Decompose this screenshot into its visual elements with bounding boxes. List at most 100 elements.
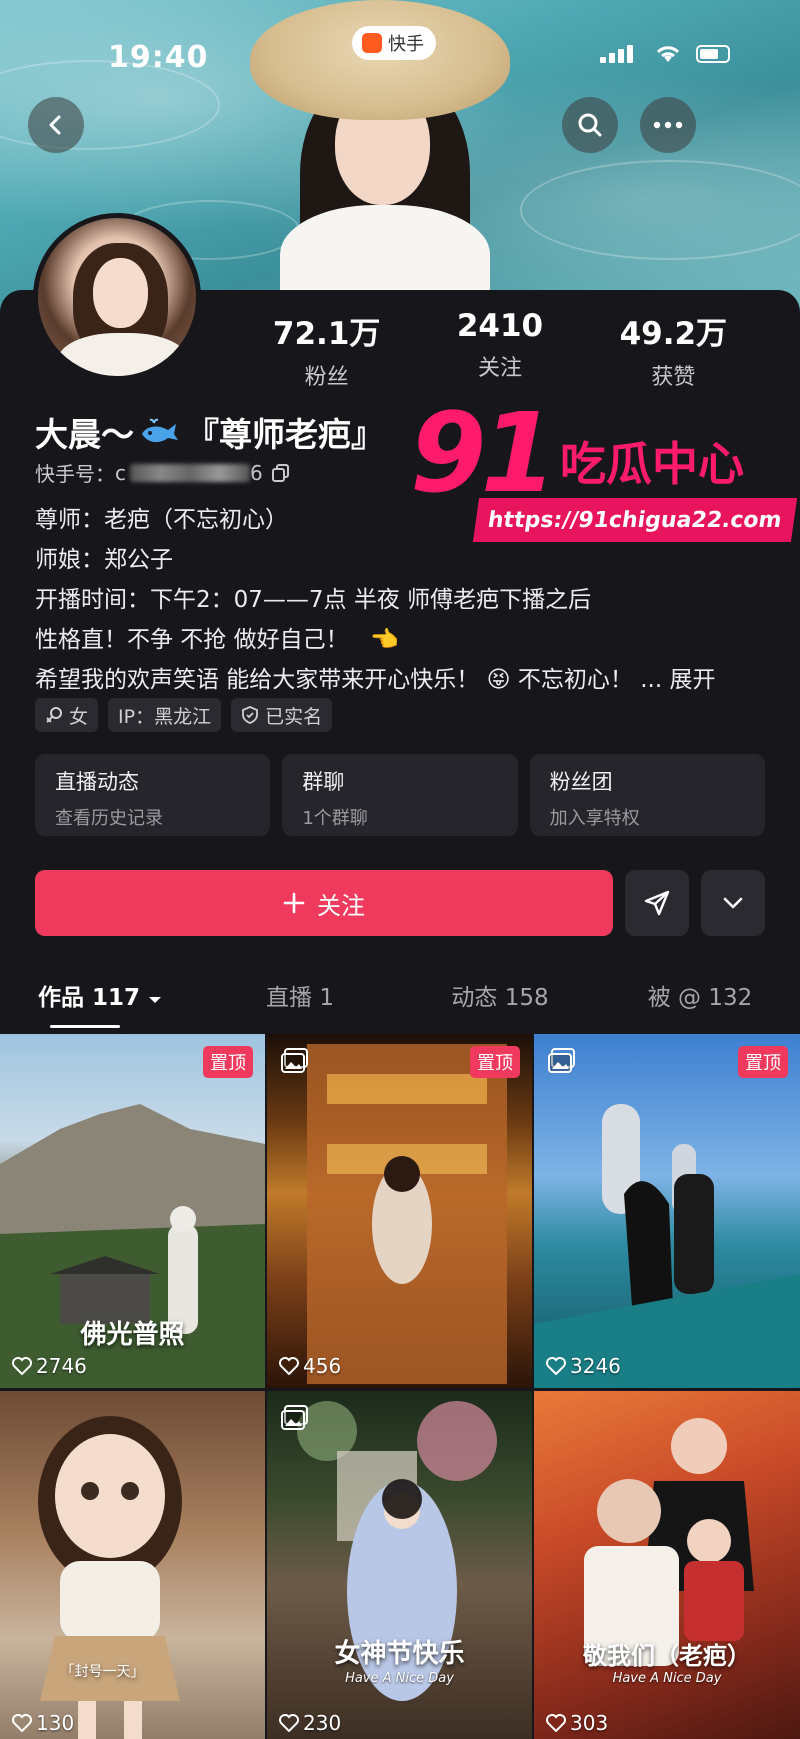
like-count: 3246 bbox=[546, 1354, 621, 1378]
works-grid: 置顶 佛光普照 2746 置顶 456 置顶 3246 「封号一天」 130 女… bbox=[0, 1034, 800, 1739]
thumbnail-caption: 女神节快乐 bbox=[334, 1639, 465, 1669]
heart-icon bbox=[279, 1714, 299, 1732]
heart-icon bbox=[546, 1357, 566, 1375]
thumbnail-caption: 佛光普照 bbox=[80, 1320, 185, 1350]
signal-icon bbox=[600, 45, 640, 63]
follow-label: 关注 bbox=[317, 891, 365, 920]
work-thumbnail[interactable]: 置顶 456 bbox=[267, 1034, 532, 1388]
like-count-value: 130 bbox=[36, 1711, 75, 1735]
group-chat-card[interactable]: 群聊 1个群聊 bbox=[282, 754, 518, 836]
stat-value: 72.1万 bbox=[272, 316, 381, 352]
tag-label: IP：黑龙江 bbox=[118, 705, 212, 728]
work-thumbnail[interactable]: 敬我们（老疤） Have A Nice Day 303 bbox=[534, 1391, 800, 1739]
thumbnail-caption: 「封号一天」 bbox=[60, 1664, 145, 1680]
watermark-url: https://91chigua22.com bbox=[472, 498, 797, 542]
kuaishou-id-end: 6 bbox=[250, 460, 263, 485]
more-options-button[interactable] bbox=[701, 870, 765, 936]
female-icon bbox=[46, 707, 62, 723]
copy-icon[interactable] bbox=[271, 463, 291, 483]
heart-icon bbox=[12, 1714, 32, 1732]
feature-subtitle: 加入享特权 bbox=[549, 808, 640, 829]
doll-scene bbox=[38, 1416, 182, 1739]
work-thumbnail[interactable]: 女神节快乐 Have A Nice Day 230 bbox=[267, 1391, 532, 1739]
pinned-badge: 置顶 bbox=[738, 1046, 788, 1078]
back-button[interactable] bbox=[28, 97, 84, 153]
plus-icon bbox=[283, 892, 305, 914]
feature-subtitle: 1个群聊 bbox=[302, 808, 368, 829]
hanfu-scene bbox=[297, 1401, 497, 1701]
shield-check-icon bbox=[242, 706, 258, 724]
stat-following[interactable]: 2410 关注 bbox=[413, 308, 586, 391]
gender-tag: 女 bbox=[35, 698, 99, 732]
app-badge: 快手 bbox=[352, 26, 436, 60]
caret-down-icon bbox=[149, 997, 162, 1003]
whale-emoji-icon bbox=[142, 418, 178, 443]
name-prefix: 大晨～ bbox=[35, 415, 134, 454]
tag-label: 女 bbox=[69, 705, 89, 728]
fan-club-card[interactable]: 粉丝团 加入享特权 bbox=[529, 754, 765, 836]
app-name: 快手 bbox=[388, 34, 424, 55]
kuaishou-id-label: 快手号： bbox=[35, 462, 115, 486]
wifi-icon bbox=[656, 46, 680, 62]
like-count-value: 2746 bbox=[36, 1354, 87, 1378]
tag-label: 已实名 bbox=[265, 705, 323, 728]
verified-tag: 已实名 bbox=[231, 698, 333, 732]
tower-scene bbox=[307, 1044, 507, 1384]
water-ripple bbox=[520, 160, 800, 260]
tab-live[interactable]: 直播 1 bbox=[200, 978, 400, 1028]
send-icon bbox=[644, 890, 670, 916]
heart-icon bbox=[546, 1714, 566, 1732]
feature-subtitle: 查看历史记录 bbox=[55, 808, 163, 829]
search-button[interactable] bbox=[562, 97, 618, 153]
content-tabs: 作品 117 直播 1 动态 158 被 @ 132 bbox=[0, 978, 800, 1028]
like-count-value: 230 bbox=[303, 1711, 342, 1735]
profile-actions: 关注 bbox=[35, 870, 765, 936]
kuaishou-id-start: c bbox=[115, 460, 126, 485]
work-thumbnail[interactable]: 「封号一天」 130 bbox=[0, 1391, 265, 1739]
bio-text: 不忘初心！ ... bbox=[517, 667, 663, 693]
like-count: 230 bbox=[279, 1711, 341, 1735]
image-post-icon bbox=[281, 1405, 309, 1431]
expand-bio-link[interactable]: 展开 bbox=[669, 667, 715, 693]
pinned-badge: 置顶 bbox=[470, 1046, 520, 1078]
watermark: 91 吃瓜中心 https://91chigua22.com bbox=[410, 398, 797, 548]
ip-tag: IP：黑龙江 bbox=[108, 698, 222, 732]
image-post-icon bbox=[281, 1048, 309, 1074]
stat-value: 2410 bbox=[456, 308, 544, 344]
kuaishou-id: 快手号： c 6 bbox=[35, 458, 291, 487]
pinned-badge: 置顶 bbox=[203, 1046, 253, 1078]
thumbnail-subcaption: Have A Nice Day bbox=[612, 1671, 722, 1686]
watermark-text: 吃瓜中心 bbox=[560, 437, 744, 491]
feature-cards: 直播动态 查看历史记录 群聊 1个群聊 粉丝团 加入享特权 bbox=[35, 754, 765, 836]
family-scene bbox=[584, 1418, 754, 1666]
stat-followers[interactable]: 72.1万 粉丝 bbox=[240, 308, 413, 391]
like-count: 456 bbox=[279, 1354, 341, 1378]
tab-mentions[interactable]: 被 @ 132 bbox=[600, 978, 800, 1028]
stat-label: 关注 bbox=[477, 356, 522, 381]
share-button[interactable] bbox=[625, 870, 689, 936]
boat-scene bbox=[534, 1104, 800, 1388]
feature-title: 直播动态 bbox=[55, 770, 139, 794]
like-count: 130 bbox=[12, 1711, 74, 1735]
thumbnail-subcaption: Have A Nice Day bbox=[345, 1671, 454, 1686]
search-icon bbox=[578, 113, 602, 137]
live-history-card[interactable]: 直播动态 查看历史记录 bbox=[35, 754, 271, 836]
work-thumbnail[interactable]: 置顶 3246 bbox=[534, 1034, 800, 1388]
stat-likes[interactable]: 49.2万 获赞 bbox=[587, 308, 760, 391]
bio-line: 性格直！不争 不抢 做好自己！ 👈 bbox=[35, 620, 785, 660]
bio-text: 希望我的欢声笑语 能给大家带来开心快乐！ bbox=[35, 667, 480, 693]
stat-label: 获赞 bbox=[651, 365, 696, 390]
heart-icon bbox=[279, 1357, 299, 1375]
follow-button[interactable]: 关注 bbox=[35, 870, 613, 936]
redacted-id bbox=[130, 463, 250, 482]
work-thumbnail[interactable]: 置顶 佛光普照 2746 bbox=[0, 1034, 265, 1388]
like-count: 2746 bbox=[12, 1354, 87, 1378]
battery-icon bbox=[696, 45, 730, 63]
name-suffix: 『尊师老疤』 bbox=[186, 415, 384, 454]
tab-works[interactable]: 作品 117 bbox=[0, 978, 200, 1028]
avatar[interactable] bbox=[33, 213, 201, 381]
more-button[interactable] bbox=[640, 97, 696, 153]
heart-icon bbox=[12, 1357, 32, 1375]
tab-moments[interactable]: 动态 158 bbox=[400, 978, 600, 1028]
profile-stats: 72.1万 粉丝 2410 关注 49.2万 获赞 bbox=[240, 308, 760, 391]
